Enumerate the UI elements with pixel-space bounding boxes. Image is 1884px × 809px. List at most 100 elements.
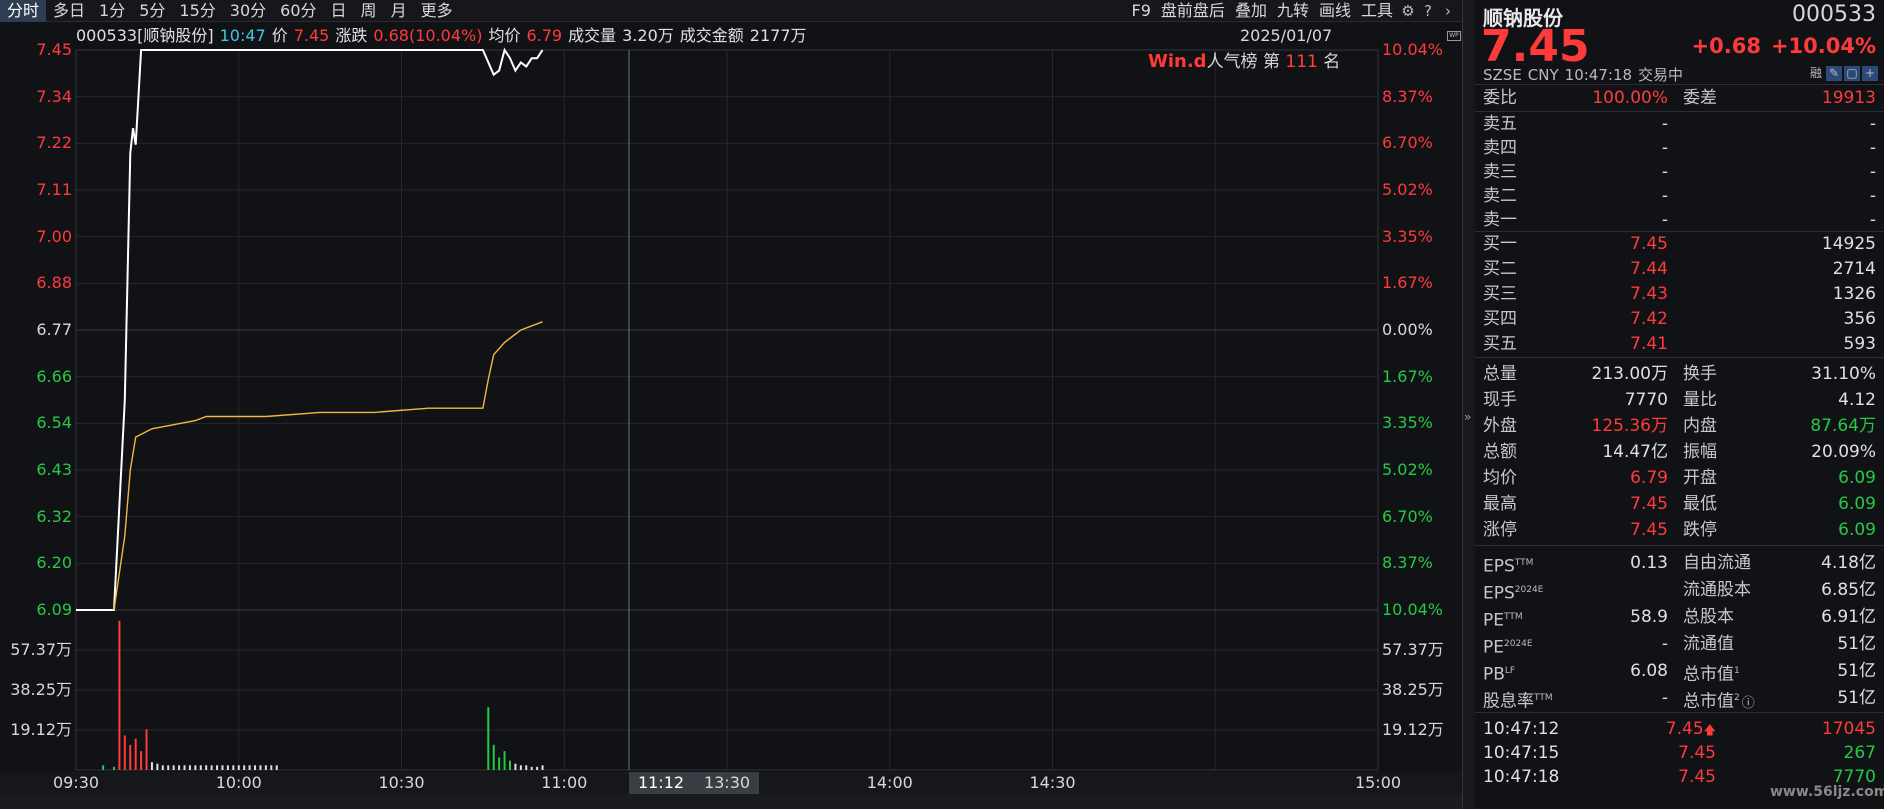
stat-value: 14.47亿	[1602, 442, 1668, 462]
bid-price: 7.41	[1630, 334, 1668, 354]
volume-bar	[118, 620, 121, 770]
price-tick-label: 6.43	[36, 460, 72, 479]
bid-label: 买二	[1483, 259, 1517, 279]
price-change: +0.68 +10.04%	[1682, 34, 1876, 58]
price-tick-label: 6.20	[36, 553, 72, 573]
bid-volume: 14925	[1821, 234, 1876, 254]
app-window: 分时 多日 1分 5分 15分 30分 60分 日 周 月 更多 F9 盘前盘后…	[0, 0, 1884, 809]
tick-volume: 17045	[1821, 719, 1876, 739]
fund-value: 0.13	[1630, 553, 1668, 573]
volume-bar	[188, 765, 191, 770]
trade-status: 交易中	[1638, 66, 1684, 84]
tick-time: 10:47:18	[1483, 767, 1560, 787]
separator	[1475, 712, 1884, 713]
volume-bar	[226, 765, 229, 770]
vol-tick-label: 19.12万	[10, 720, 72, 739]
stat-label: 最高	[1483, 494, 1517, 514]
bid-label: 买三	[1483, 284, 1517, 304]
price-tick-label: 6.77	[36, 320, 72, 339]
fund-value: 51亿	[1837, 661, 1876, 681]
rank-post: 名	[1323, 52, 1341, 72]
bid-volume: 1326	[1832, 284, 1876, 304]
ask-label: 卖三	[1483, 162, 1517, 182]
fund-label: PBLF	[1483, 664, 1516, 685]
volume-bar	[194, 765, 197, 770]
volume-bar	[123, 735, 126, 770]
fund-value: 6.85亿	[1821, 580, 1876, 600]
volume-bar	[150, 762, 153, 770]
window-icon[interactable]: ▢	[1844, 66, 1860, 81]
stat-row: 总量 213.00万 换手 31.10%	[1483, 362, 1876, 386]
volume-bar	[161, 765, 164, 770]
pct-tick-label: 3.35%	[1382, 226, 1433, 246]
stat-value: 7.45	[1630, 494, 1668, 514]
volume-bar	[156, 763, 159, 770]
popularity-rank[interactable]: Win.d人气榜 第 111 名	[1148, 50, 1340, 74]
volume-bar	[210, 765, 213, 770]
time-tick-label: 14:00	[866, 773, 913, 792]
wind-logo: Win.d	[1148, 51, 1207, 72]
grid	[76, 49, 1378, 770]
tick-row: 10:47:12 7.45🡅 17045	[1483, 717, 1876, 741]
up-arrow-icon: 🡅	[1703, 723, 1716, 737]
fund-label-sup: TTM	[1504, 612, 1523, 622]
stat-label: 最低	[1683, 494, 1717, 514]
volume-bar	[112, 766, 115, 770]
quote-time: 10:47:18	[1564, 66, 1633, 84]
price-tick-label: 7.00	[36, 226, 72, 246]
stat-value: 31.10%	[1811, 364, 1876, 384]
fund-label-sup: LF	[1504, 666, 1516, 676]
bid-price: 7.44	[1630, 259, 1668, 279]
ask-volume: -	[1869, 186, 1876, 206]
weicha-label: 委差	[1683, 88, 1717, 108]
edit-icon[interactable]: ✎	[1826, 66, 1842, 81]
stat-value: 4.12	[1838, 390, 1876, 410]
bid-price: 7.45	[1630, 234, 1668, 254]
fund-label: 总市值1	[1683, 664, 1740, 685]
volume-bar	[140, 751, 143, 770]
info-avg-label: 均价	[488, 26, 521, 45]
plus-icon[interactable]: +	[1862, 66, 1878, 81]
stat-value: 6.09	[1838, 494, 1876, 514]
pct-tick-label: 10.04%	[1382, 600, 1444, 619]
bid-row: 买三 7.43 1326	[1483, 282, 1876, 306]
rank-pre: 第	[1262, 52, 1280, 72]
stat-value: 6.09	[1838, 520, 1876, 540]
fund-row: PETTM 58.9 总股本 6.91亿	[1483, 605, 1876, 631]
price-tick-label: 7.34	[36, 86, 72, 106]
intraday-chart[interactable]	[0, 0, 1462, 809]
price-tick-label: 7.22	[36, 133, 72, 153]
fund-label: 流通值	[1683, 634, 1734, 654]
separator	[1475, 84, 1884, 85]
stat-row: 外盘 125.36万 内盘 87.64万	[1483, 414, 1876, 438]
ask-label: 卖四	[1483, 138, 1517, 158]
wp-icon[interactable]: WP	[1447, 31, 1461, 41]
info-chg-label: 涨跌	[335, 26, 368, 45]
volume-bar	[270, 765, 273, 770]
volume-bar	[237, 765, 240, 770]
stat-label: 涨停	[1483, 520, 1517, 540]
stat-value: 20.09%	[1811, 442, 1876, 462]
margin-icon[interactable]: 融	[1808, 66, 1824, 81]
time-tick-label: 10:00	[215, 773, 262, 792]
stat-row: 总额 14.47亿 振幅 20.09%	[1483, 440, 1876, 464]
volume-bar	[167, 765, 170, 770]
stat-label: 开盘	[1683, 468, 1717, 488]
fund-value: 6.08	[1630, 661, 1668, 681]
bid-row: 买五 7.41 593	[1483, 332, 1876, 356]
stat-value: 7770	[1624, 390, 1668, 410]
quote-panel: 顺钠股份 000533 7.45 +0.68 +10.04% SZSE CNY 10:…	[1475, 0, 1884, 809]
volume-bar	[134, 738, 137, 770]
collapse-handle[interactable]: »	[1463, 0, 1475, 809]
bid-price: 7.42	[1630, 309, 1668, 329]
info-icon[interactable]: ⓘ	[1742, 696, 1755, 711]
pct-tick-label: 8.37%	[1382, 86, 1433, 106]
stat-value: 6.79	[1630, 468, 1668, 488]
tick-volume: 267	[1843, 743, 1876, 763]
fund-label: PE2024E	[1483, 637, 1533, 658]
info-chg: 0.68(10.04%)	[373, 26, 483, 45]
price-tick-label: 6.09	[36, 600, 72, 619]
volume-bar	[243, 765, 246, 770]
time-tick-label: 09:30	[52, 773, 100, 792]
time-tick-label: 13:30	[703, 773, 751, 792]
